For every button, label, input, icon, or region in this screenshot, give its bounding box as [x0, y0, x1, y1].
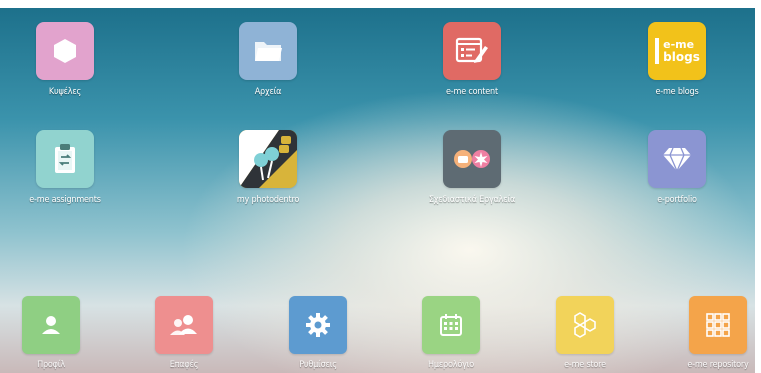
app-label: my photodentro	[236, 195, 300, 205]
dock-tile[interactable]	[689, 296, 747, 354]
app-label: e-me assignments	[29, 195, 101, 205]
dock-item-store[interactable]: e-me store	[525, 296, 645, 370]
blogs-logo-icon: e-me blogs	[654, 36, 700, 66]
app-tile[interactable]	[239, 22, 297, 80]
dock-item-repository[interactable]: e-me repository	[658, 296, 761, 370]
app-label: Αρχεία	[254, 87, 282, 97]
gear-icon	[305, 312, 331, 338]
user-icon	[40, 314, 62, 336]
app-label: e-me blogs	[655, 87, 699, 97]
app-label: e-portfolio	[657, 195, 697, 205]
contacts-icon	[169, 314, 199, 336]
desktop: Κυψέλες Αρχεία e-me content e-me blogs e…	[0, 0, 761, 373]
dock-tile[interactable]	[22, 296, 80, 354]
app-eme-assignments[interactable]: e-me assignments	[0, 130, 135, 205]
calendar-icon	[439, 313, 463, 337]
dock-item-contacts[interactable]: Επαφές	[124, 296, 244, 370]
dock-label: e-me store	[564, 360, 606, 370]
app-e-portfolio[interactable]: e-portfolio	[607, 130, 747, 205]
dock-label: e-me repository	[687, 360, 749, 370]
dock-label: Επαφές	[169, 360, 199, 370]
app-label: Σχεδιαστικά Εργαλεία	[428, 195, 516, 205]
app-label: Κυψέλες	[48, 87, 82, 97]
dock-tile[interactable]	[155, 296, 213, 354]
design-tools-icon	[452, 147, 492, 171]
folder-icon	[253, 38, 283, 64]
app-arxeia[interactable]: Αρχεία	[198, 22, 338, 97]
app-tile[interactable]	[36, 22, 94, 80]
dock-tile[interactable]	[289, 296, 347, 354]
dock-label: Ημερολόγιο	[428, 360, 474, 370]
dock-label: Ρυθμίσεις	[299, 360, 337, 370]
app-tile[interactable]	[443, 22, 501, 80]
app-tile[interactable]	[648, 130, 706, 188]
hexagon-icon	[50, 36, 80, 66]
app-tile[interactable]	[36, 130, 94, 188]
dock-item-calendar[interactable]: Ημερολόγιο	[391, 296, 511, 370]
clipboard-icon	[51, 143, 79, 175]
dock-label: Προφίλ	[37, 360, 65, 370]
app-design-tools[interactable]: Σχεδιαστικά Εργαλεία	[402, 130, 542, 205]
app-tile[interactable]	[239, 130, 297, 188]
app-tile[interactable]	[443, 130, 501, 188]
dock-tile[interactable]	[556, 296, 614, 354]
app-label: e-me content	[446, 87, 498, 97]
dock-item-settings[interactable]: Ρυθμίσεις	[258, 296, 378, 370]
dock-item-profile[interactable]: Προφίλ	[0, 296, 111, 370]
app-tile[interactable]: e-me blogs	[648, 22, 706, 80]
photodentro-icon	[239, 130, 297, 188]
dock-tile[interactable]	[422, 296, 480, 354]
diamond-icon	[662, 146, 692, 172]
content-editor-icon	[455, 36, 489, 66]
repository-grid-icon	[705, 312, 731, 338]
top-border	[0, 0, 761, 8]
app-my-photodentro[interactable]: my photodentro	[198, 130, 338, 205]
store-hexagons-icon	[570, 311, 600, 339]
app-eme-content[interactable]: e-me content	[402, 22, 542, 97]
app-kypseles[interactable]: Κυψέλες	[0, 22, 135, 97]
app-eme-blogs[interactable]: e-me blogs e-me blogs	[607, 22, 747, 97]
blogs-logo-line2: blogs	[663, 50, 700, 64]
